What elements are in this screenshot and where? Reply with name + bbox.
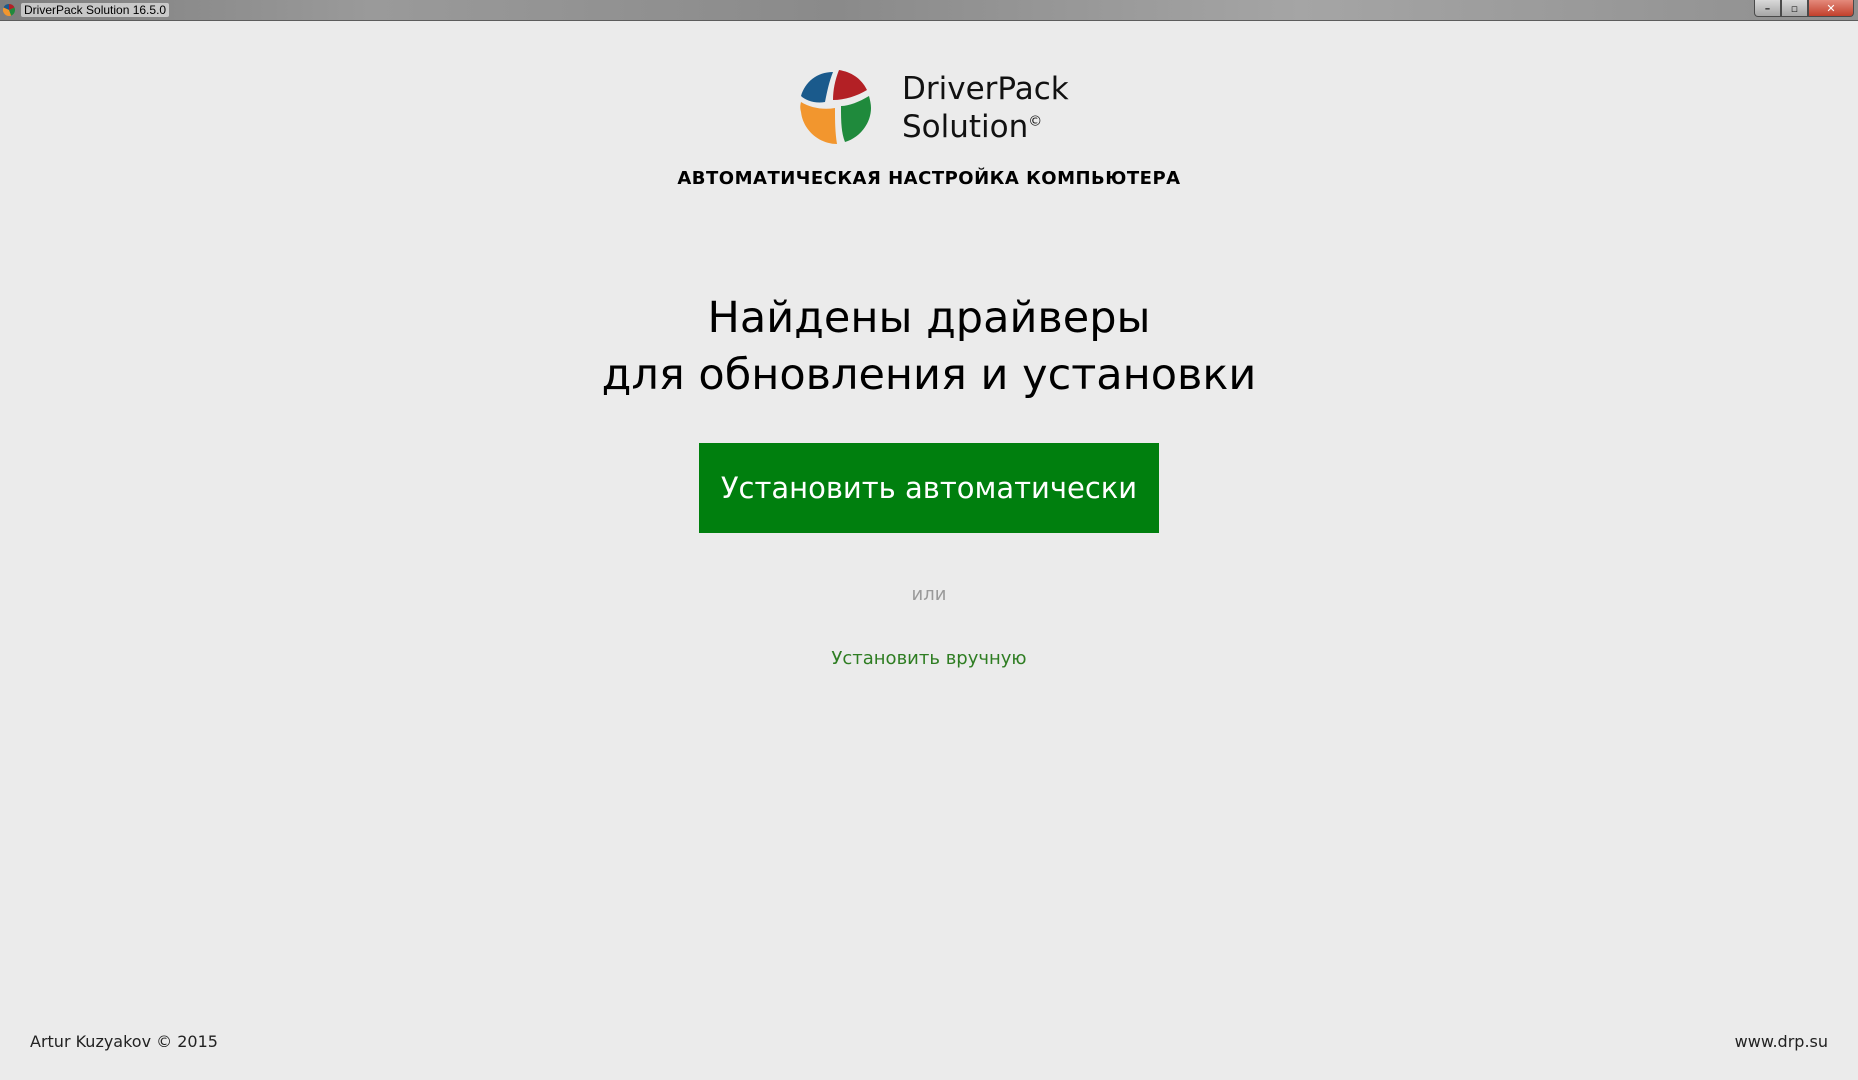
- install-manually-link[interactable]: Установить вручную: [831, 648, 1026, 669]
- install-automatically-button[interactable]: Установить автоматически: [699, 443, 1159, 533]
- copyright-mark: ©: [1028, 113, 1043, 130]
- driverpack-logo: DriverPack Solution©: [795, 66, 1095, 146]
- close-icon: ✕: [1826, 1, 1836, 15]
- install-manually-row: Установить вручную: [0, 648, 1858, 669]
- close-button[interactable]: ✕: [1808, 0, 1854, 17]
- logo-wordmark: DriverPack Solution©: [902, 70, 1069, 146]
- maximize-icon: ▫: [1790, 1, 1799, 15]
- logo-line1: DriverPack: [902, 71, 1069, 107]
- logo-line2-wrap: Solution©: [902, 108, 1069, 146]
- or-separator: или: [911, 584, 947, 605]
- headline: Найдены драйверы для обновления и устано…: [0, 290, 1858, 404]
- minimize-icon: –: [1764, 1, 1771, 15]
- app-window: DriverPack Solution 16.5.0 – ▫ ✕ DriverP: [0, 0, 1858, 1080]
- minimize-button[interactable]: –: [1754, 0, 1781, 17]
- title-bar[interactable]: DriverPack Solution 16.5.0 – ▫ ✕: [0, 0, 1858, 21]
- footer-copyright: Artur Kuzyakov © 2015: [30, 1032, 218, 1051]
- website-link[interactable]: www.drp.su: [1735, 1032, 1828, 1051]
- headline-line1: Найдены драйверы: [707, 293, 1151, 343]
- subtitle: АВТОМАТИЧЕСКАЯ НАСТРОЙКА КОМПЬЮТЕРА: [677, 168, 1181, 189]
- window-controls: – ▫ ✕: [1754, 0, 1854, 18]
- logo-line2: Solution: [902, 109, 1029, 145]
- app-icon: [2, 3, 16, 16]
- window-title: DriverPack Solution 16.5.0: [21, 3, 170, 17]
- headline-line2: для обновления и установки: [601, 350, 1257, 400]
- driverpack-logo-icon: [800, 70, 871, 144]
- maximize-button[interactable]: ▫: [1781, 0, 1808, 17]
